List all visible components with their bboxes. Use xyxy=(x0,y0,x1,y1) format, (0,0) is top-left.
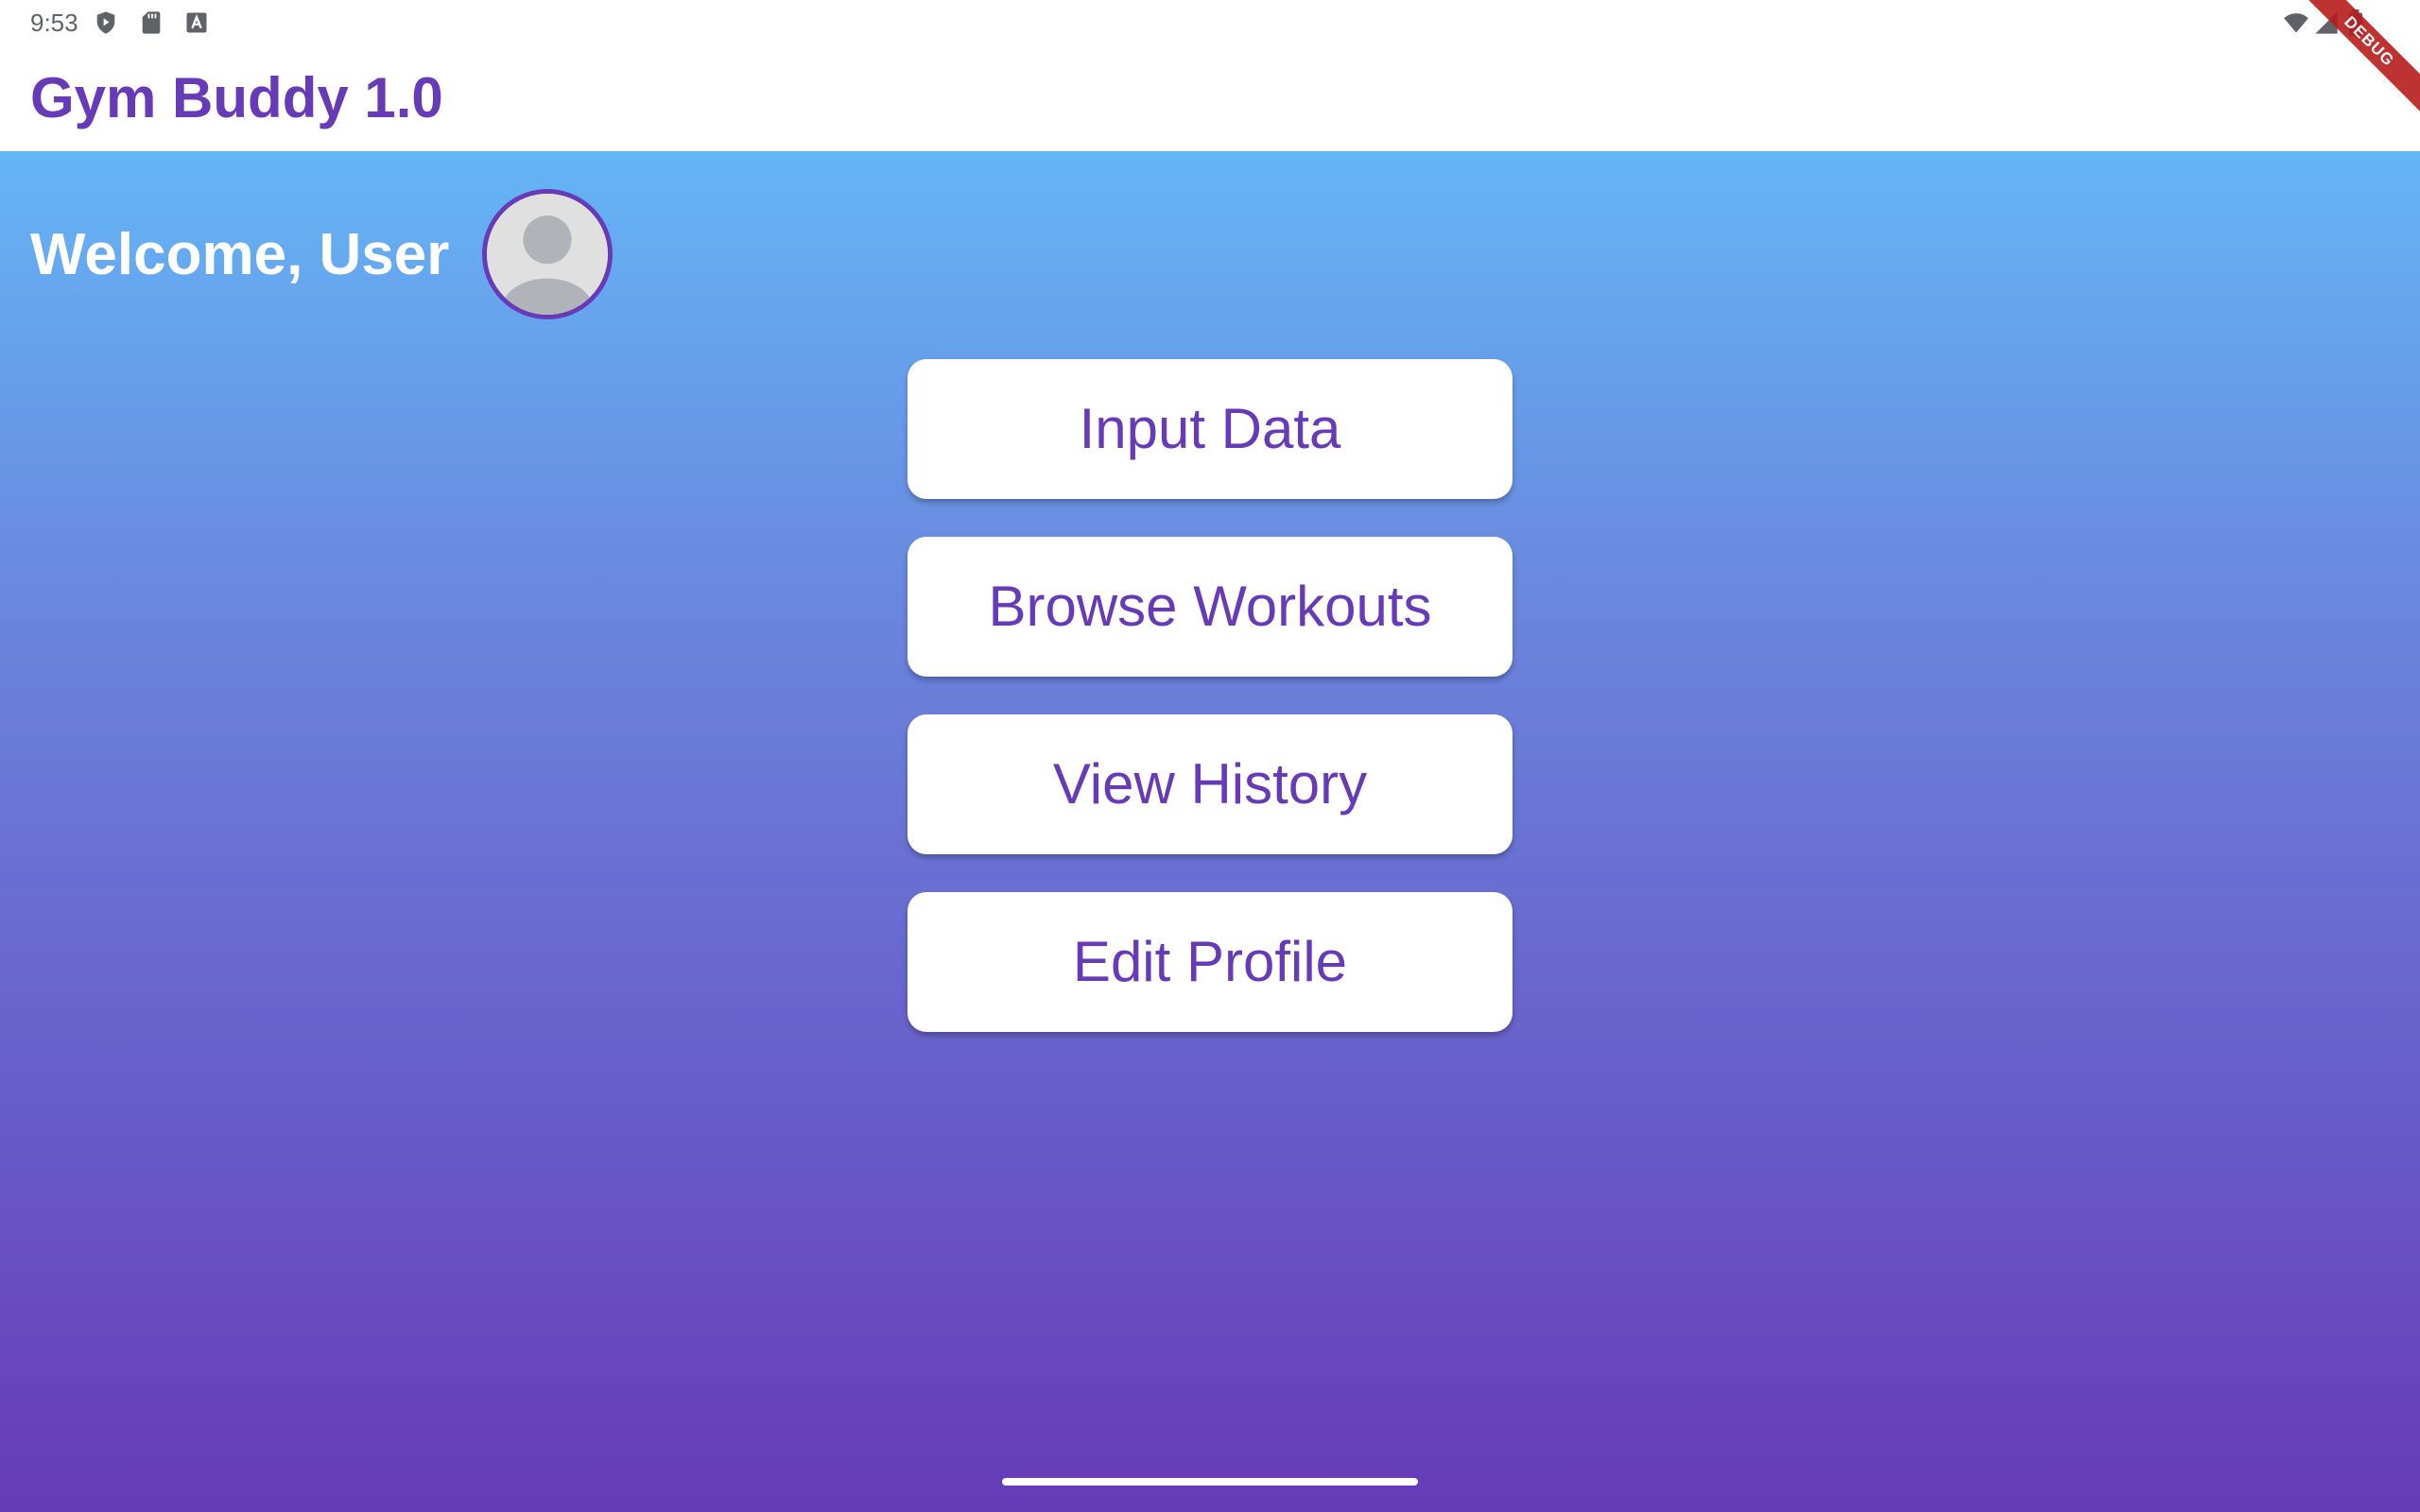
avatar[interactable] xyxy=(482,189,613,319)
app-title: Gym Buddy 1.0 xyxy=(30,66,443,129)
wifi-icon xyxy=(2282,9,2310,36)
welcome-text: Welcome, User xyxy=(30,222,450,287)
person-icon xyxy=(487,194,608,315)
text-a-icon xyxy=(183,9,210,36)
home-screen: Welcome, User Input Data Browse Workouts… xyxy=(0,151,2420,1512)
app-bar: Gym Buddy 1.0 xyxy=(0,45,2420,151)
view-history-button[interactable]: View History xyxy=(908,714,1512,854)
home-indicator[interactable] xyxy=(1002,1478,1418,1486)
sd-card-icon xyxy=(138,9,164,36)
status-bar: 9:53 xyxy=(0,0,2420,45)
status-time: 9:53 xyxy=(30,9,78,37)
edit-profile-button[interactable]: Edit Profile xyxy=(908,892,1512,1032)
browse-workouts-button[interactable]: Browse Workouts xyxy=(908,537,1512,677)
app-window: 9:53 DEBUG Gym Buddy 1.0 Welcome, User I… xyxy=(0,0,2420,1512)
shield-play-icon xyxy=(93,9,119,36)
input-data-button[interactable]: Input Data xyxy=(908,359,1512,499)
main-menu: Input Data Browse Workouts View History … xyxy=(908,359,1512,1070)
